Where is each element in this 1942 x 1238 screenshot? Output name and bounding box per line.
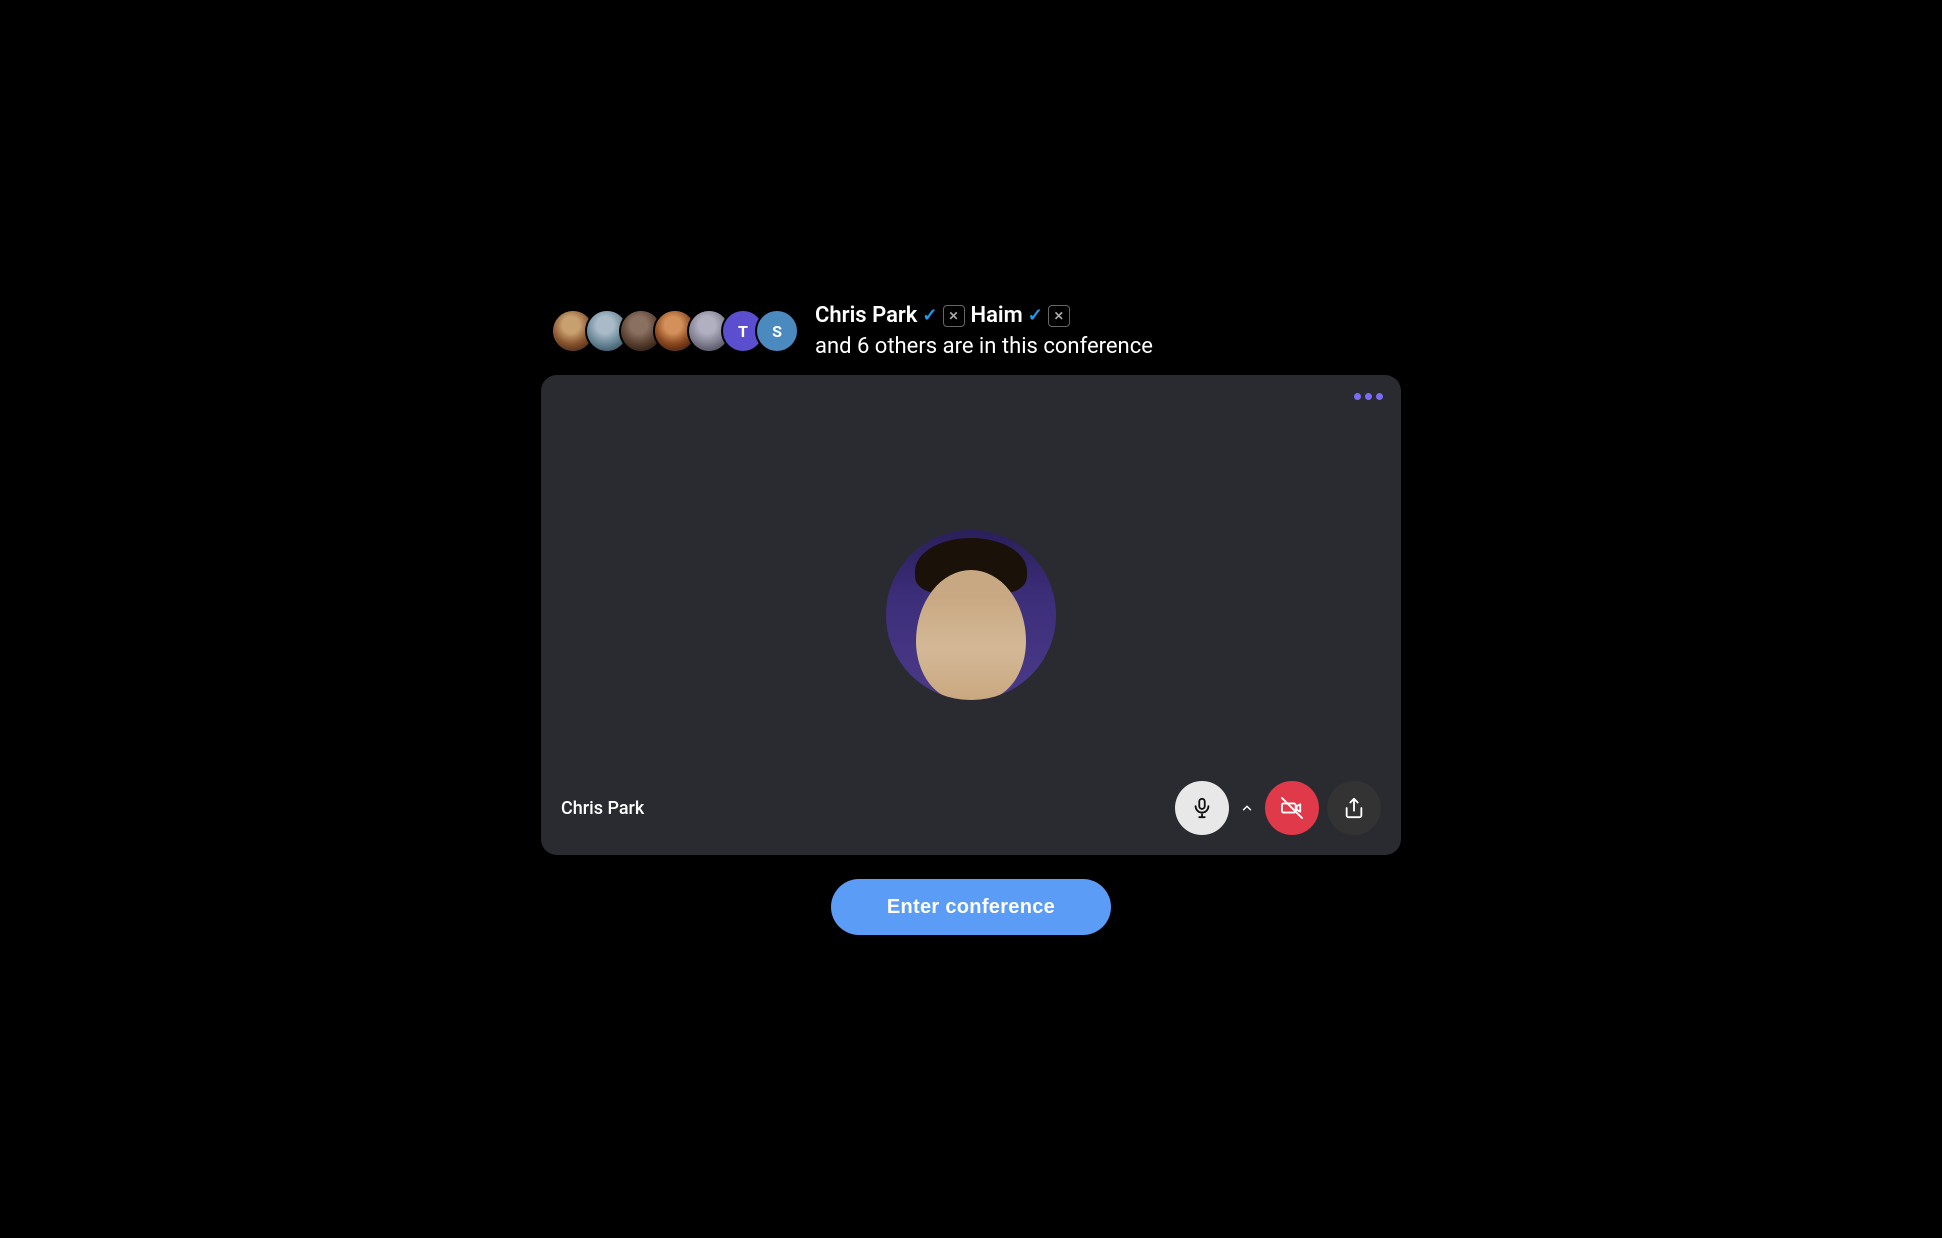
- video-toggle-button[interactable]: [1265, 781, 1319, 835]
- avatar-stack: T S: [551, 309, 799, 353]
- enter-conference-button[interactable]: Enter conference: [831, 879, 1111, 935]
- person1-name-tag: Chris Park ✓ ✕: [815, 303, 965, 328]
- chevron-up-icon: [1240, 801, 1254, 815]
- control-buttons: [1175, 781, 1381, 835]
- conference-participants-label: Chris Park ✓ ✕ Haim ✓ ✕ and 6 others are…: [815, 303, 1401, 359]
- speaker-face: [886, 530, 1056, 700]
- speaker-face-inner: [916, 570, 1026, 700]
- person2-name-tag: Haim ✓ ✕: [971, 303, 1070, 328]
- video-off-icon: [1281, 797, 1303, 819]
- participant-name-label: Chris Park: [561, 798, 644, 819]
- dot-1: [1354, 393, 1361, 400]
- person1-x-badge: ✕: [943, 305, 965, 327]
- share-screen-button[interactable]: [1327, 781, 1381, 835]
- more-options-button[interactable]: [1354, 393, 1383, 400]
- avatar-letter-T-text: T: [738, 322, 748, 341]
- page-container: T S Chris Park ✓ ✕ Haim ✓ ✕ and 6 others…: [541, 303, 1401, 935]
- conference-header: T S Chris Park ✓ ✕ Haim ✓ ✕ and 6 others…: [541, 303, 1401, 359]
- avatar-letter-S-text: S: [772, 322, 782, 341]
- conference-others-text: and 6 others are in this conference: [815, 334, 1153, 359]
- speaker-avatar: [886, 530, 1056, 700]
- person2-x-badge: ✕: [1048, 305, 1070, 327]
- microphone-button[interactable]: [1175, 781, 1229, 835]
- audio-options-chevron[interactable]: [1237, 798, 1257, 818]
- dot-2: [1365, 393, 1372, 400]
- person2-name: Haim: [971, 303, 1023, 328]
- microphone-icon: [1191, 797, 1213, 819]
- video-card: Chris Park: [541, 375, 1401, 855]
- person1-verified-icon: ✓: [922, 305, 937, 326]
- person2-verified-icon: ✓: [1028, 305, 1043, 326]
- avatar-participant-S: S: [755, 309, 799, 353]
- share-icon: [1343, 797, 1365, 819]
- bottom-control-bar: Chris Park: [561, 781, 1381, 835]
- person1-name: Chris Park: [815, 303, 917, 328]
- dot-3: [1376, 393, 1383, 400]
